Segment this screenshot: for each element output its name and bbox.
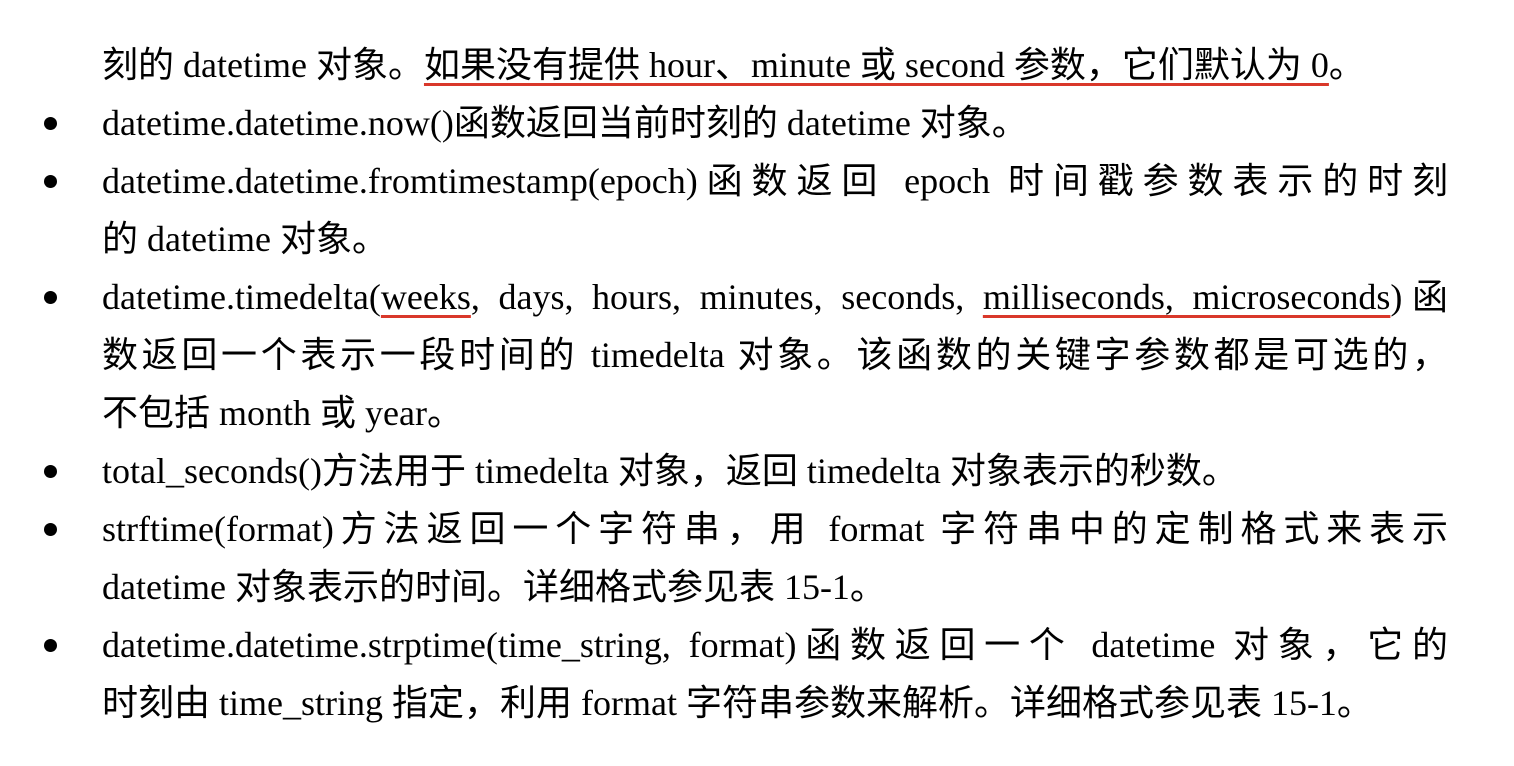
text-line: 刻的 datetime 对象。如果没有提供 hour、minute 或 seco…	[102, 45, 1365, 85]
bullet-item-strftime: strftime(format)方法返回一个字符串，用 format 字符串中的…	[102, 509, 1448, 549]
underlined-text: 如果没有提供 hour、minute 或 second 参数，它们默认为 0	[423, 45, 1329, 85]
bullet-dot	[44, 465, 57, 478]
bullet-dot	[44, 175, 57, 188]
bullet-item-strptime: datetime.datetime.strptime(time_string, …	[102, 625, 1448, 665]
underlined-text: milliseconds, microseconds	[982, 277, 1391, 317]
bullet-item-timedelta: datetime.timedelta(weeks, days, hours, m…	[102, 277, 1448, 317]
text-line: 的 datetime 对象。	[102, 219, 388, 259]
underlined-text: weeks	[380, 277, 471, 317]
text-line: 不包括 month 或 year。	[102, 393, 463, 433]
bullet-dot	[44, 639, 57, 652]
bullet-dot	[44, 523, 57, 536]
bullet-item-total-seconds: total_seconds()方法用于 timedelta 对象，返回 time…	[102, 451, 1238, 491]
bullet-item-now: datetime.datetime.now()函数返回当前时刻的 datetim…	[102, 103, 1028, 143]
bullet-item-fromtimestamp: datetime.datetime.fromtimestamp(epoch)函数…	[102, 161, 1448, 201]
text-line: 数返回一个表示一段时间的 timedelta 对象。该函数的关键字参数都是可选的…	[102, 335, 1448, 375]
text-line: datetime 对象表示的时间。详细格式参见表 15-1。	[102, 567, 886, 607]
document-page: 刻的 datetime 对象。如果没有提供 hour、minute 或 seco…	[0, 0, 1514, 766]
bullet-dot	[44, 117, 57, 130]
bullet-dot	[44, 291, 57, 304]
text-line: 时刻由 time_string 指定，利用 format 字符串参数来解析。详细…	[102, 683, 1373, 723]
